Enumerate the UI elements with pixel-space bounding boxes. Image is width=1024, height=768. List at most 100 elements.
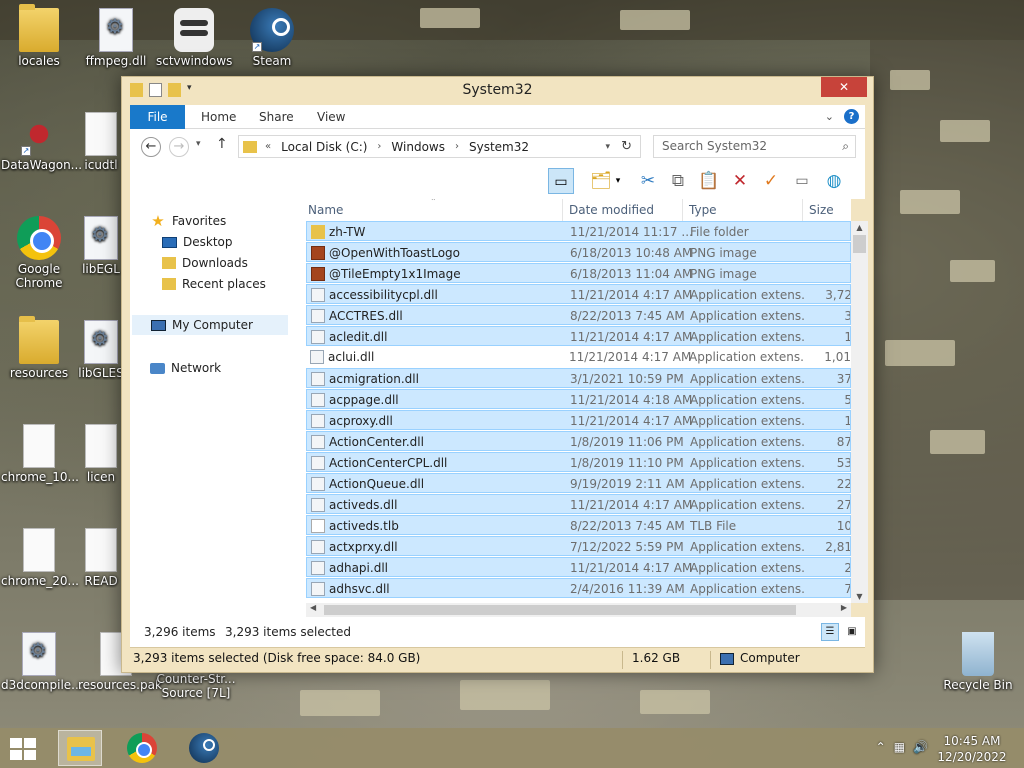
- desktop-icon-icudtl[interactable]: icudtl: [78, 112, 124, 172]
- folder-options-icon[interactable]: 🗂: [588, 168, 614, 194]
- address-bar[interactable]: « Local Disk (C:) › Windows › System32 ▾…: [238, 135, 641, 158]
- desktop-icon-counter-strike[interactable]: Counter-Str... Source [7L]: [156, 672, 236, 700]
- table-row[interactable]: adhsvc.dll 2/4/2016 11:39 AM Application e…: [306, 578, 851, 598]
- start-button[interactable]: [10, 738, 38, 760]
- desktop-icon-sctvwindows[interactable]: sctvwindows: [156, 8, 232, 68]
- network-icon[interactable]: ▦: [894, 740, 905, 754]
- file-name: acledit.dll: [329, 330, 388, 344]
- desktop-icon-d3dcompiler[interactable]: d3dcompile...: [1, 632, 83, 692]
- folder-icon: [19, 316, 59, 364]
- preview-pane-button[interactable]: ▭: [548, 168, 574, 194]
- table-row[interactable]: acledit.dll 11/21/2014 4:17 AM Application…: [306, 326, 851, 346]
- breadcrumb-windows[interactable]: Windows: [391, 140, 445, 154]
- table-row[interactable]: actxprxy.dll 7/12/2022 5:59 PM Application…: [306, 536, 851, 556]
- nav-network[interactable]: Network: [150, 358, 221, 378]
- nav-downloads[interactable]: Downloads: [162, 253, 248, 273]
- tab-view[interactable]: View: [317, 105, 345, 129]
- desktop-icon-chrome-20[interactable]: chrome_20...: [1, 528, 79, 588]
- up-arrow-icon[interactable]: ↑: [216, 136, 228, 152]
- breadcrumb-system32[interactable]: System32: [469, 140, 529, 154]
- table-row[interactable]: adhapi.dll 11/21/2014 4:17 AM Application …: [306, 557, 851, 577]
- copy-icon[interactable]: ⧉: [665, 168, 691, 194]
- desktop-icon-ffmpeg[interactable]: ffmpeg.dll: [78, 8, 154, 68]
- table-row[interactable]: @TileEmpty1x1Image 6/18/2013 11:04 AM PNG …: [306, 263, 851, 283]
- desktop-icon-chrome-10[interactable]: chrome_10...: [1, 424, 79, 484]
- search-icon[interactable]: ⌕: [842, 136, 849, 157]
- table-row[interactable]: acproxy.dll 11/21/2014 4:17 AM Application…: [306, 410, 851, 430]
- globe-icon[interactable]: ◍: [821, 168, 847, 194]
- help-icon[interactable]: ?: [844, 109, 859, 124]
- volume-icon[interactable]: 🔊: [913, 740, 928, 754]
- column-size[interactable]: Size: [809, 203, 834, 217]
- taskbar-chrome[interactable]: [120, 730, 164, 766]
- desktop-icon-google-chrome[interactable]: Google Chrome: [1, 216, 77, 290]
- tab-file[interactable]: File: [130, 105, 185, 129]
- address-overflow[interactable]: «: [265, 141, 271, 152]
- desktop-icon-license[interactable]: licen: [78, 424, 124, 484]
- desktop-icon-datawagon[interactable]: ↗ DataWagon...: [1, 112, 82, 172]
- title-bar[interactable]: ▾ System32 ✕: [122, 77, 873, 105]
- horizontal-scrollbar[interactable]: ◀ ▶: [306, 603, 851, 617]
- paste-icon[interactable]: 📋: [696, 168, 722, 194]
- desktop-icon-libegl[interactable]: libEGL: [78, 216, 124, 276]
- table-row[interactable]: acppage.dll 11/21/2014 4:18 AM Application…: [306, 389, 851, 409]
- table-row[interactable]: activeds.dll 11/21/2014 4:17 AM Applicatio…: [306, 494, 851, 514]
- desktop-icon-readme[interactable]: READ: [78, 528, 124, 588]
- nav-my-computer[interactable]: My Computer: [132, 315, 288, 335]
- nav-favorites[interactable]: ★ Favorites: [150, 211, 226, 231]
- desktop-icon-locales[interactable]: locales: [1, 4, 77, 68]
- desktop-icon-resources[interactable]: resources: [1, 316, 77, 380]
- desktop-icon-steam[interactable]: ↗ Steam: [234, 8, 310, 68]
- item-count: 3,296 items: [144, 625, 216, 639]
- horizontal-scroll-thumb[interactable]: [324, 605, 796, 615]
- delete-icon[interactable]: ✕: [727, 168, 753, 194]
- vertical-scroll-thumb[interactable]: [853, 235, 866, 253]
- nav-desktop[interactable]: Desktop: [162, 232, 233, 252]
- table-row[interactable]: ActionCenterCPL.dll 1/8/2019 11:10 PM Appl…: [306, 452, 851, 472]
- table-row[interactable]: @OpenWithToastLogo 6/18/2013 10:48 AM PNG …: [306, 242, 851, 262]
- table-row[interactable]: zh-TW 11/21/2014 11:17 ... File folder: [306, 221, 851, 241]
- recent-locations-chevron-icon[interactable]: ▾: [196, 139, 201, 149]
- scroll-up-icon[interactable]: ▲: [851, 223, 868, 232]
- large-icons-view-button[interactable]: ▣: [843, 623, 861, 641]
- chevron-up-icon[interactable]: ⌃: [876, 740, 886, 754]
- desktop-icon-libgles[interactable]: libGLES: [78, 320, 124, 380]
- column-date-modified[interactable]: Date modified: [569, 203, 654, 217]
- vertical-scrollbar[interactable]: ▲ ▼: [851, 221, 868, 603]
- table-row[interactable]: activeds.tlb 8/22/2013 7:45 AM TLB File 10: [306, 515, 851, 535]
- forward-button[interactable]: →: [169, 137, 189, 157]
- nav-recent-places[interactable]: Recent places: [162, 274, 266, 294]
- table-row[interactable]: ActionQueue.dll 9/19/2019 2:11 AM Applicat…: [306, 473, 851, 493]
- table-row[interactable]: accessibilitycpl.dll 11/21/2014 4:17 AM Ap…: [306, 284, 851, 304]
- scroll-left-icon[interactable]: ◀: [310, 603, 316, 612]
- cut-icon[interactable]: ✂: [635, 168, 661, 194]
- chevron-down-icon[interactable]: ⌄: [825, 110, 834, 123]
- close-button[interactable]: ✕: [821, 77, 867, 97]
- table-row[interactable]: acmigration.dll 3/1/2021 10:59 PM Applicat…: [306, 368, 851, 388]
- refresh-icon[interactable]: ↻: [621, 139, 632, 154]
- taskbar-file-explorer[interactable]: [58, 730, 102, 766]
- back-button[interactable]: ←: [141, 137, 161, 157]
- chevron-down-icon[interactable]: ▾: [605, 142, 610, 152]
- chevron-down-icon[interactable]: ▾: [612, 168, 624, 194]
- tab-share[interactable]: Share: [259, 105, 294, 129]
- breadcrumb-local-disk[interactable]: Local Disk (C:): [281, 140, 367, 154]
- details-view-button[interactable]: ☰: [821, 623, 839, 641]
- table-row[interactable]: ACCTRES.dll 8/22/2013 7:45 AM Application …: [306, 305, 851, 325]
- clock[interactable]: 10:45 AM 12/20/2022: [932, 733, 1012, 765]
- scroll-down-icon[interactable]: ▼: [851, 592, 868, 601]
- table-row[interactable]: aclui.dll 11/21/2014 4:17 AM Application e…: [306, 347, 851, 367]
- checkmark-icon[interactable]: ✓: [758, 168, 784, 194]
- chevron-right-icon[interactable]: ›: [377, 141, 381, 152]
- column-name[interactable]: Name: [308, 203, 343, 217]
- search-input[interactable]: Search System32 ⌕: [653, 135, 856, 158]
- table-row[interactable]: ActionCenter.dll 1/8/2019 11:06 PM Applica…: [306, 431, 851, 451]
- properties-icon[interactable]: ▭: [789, 168, 815, 194]
- file-date: 6/18/2013 10:48 AM: [570, 246, 693, 260]
- chevron-right-icon[interactable]: ›: [455, 141, 459, 152]
- desktop-icon-recycle-bin[interactable]: Recycle Bin: [938, 632, 1018, 692]
- tab-home[interactable]: Home: [201, 105, 236, 129]
- column-type[interactable]: Type: [689, 203, 717, 217]
- scroll-right-icon[interactable]: ▶: [841, 603, 847, 612]
- taskbar-steam[interactable]: [182, 730, 226, 766]
